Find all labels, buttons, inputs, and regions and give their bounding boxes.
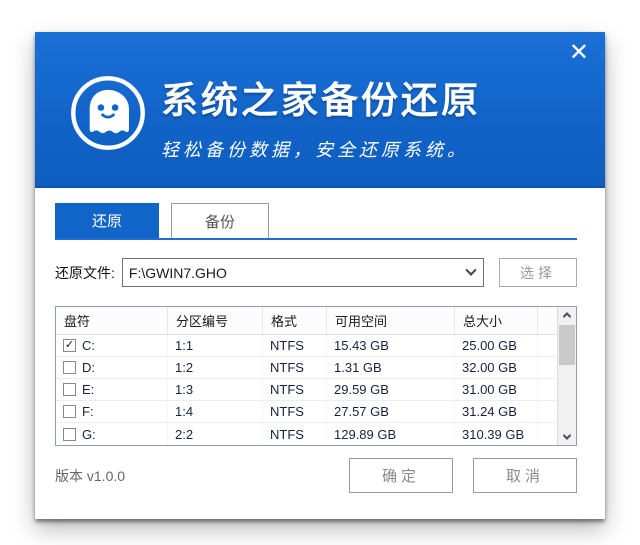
restore-file-value: F:\GWIN7.GHO <box>129 265 467 281</box>
drive-checkbox[interactable] <box>63 428 76 441</box>
restore-file-combobox[interactable]: F:\GWIN7.GHO <box>122 258 484 287</box>
filler-cell <box>538 423 557 445</box>
scroll-up-button[interactable] <box>558 307 576 323</box>
free-space-cell: 29.59 GB <box>327 379 455 400</box>
scrollbar-thumb[interactable] <box>559 325 575 365</box>
table-scrollbar[interactable] <box>557 307 576 445</box>
drive-table-main: 盘符 分区编号 格式 可用空间 总大小 ✓ C: 1:1 NTFS 15.43 … <box>56 307 557 445</box>
chevron-down-icon[interactable] <box>465 264 476 275</box>
drive-cell: E: <box>56 379 168 400</box>
filler-cell <box>538 357 557 378</box>
drive-label: C: <box>82 338 95 353</box>
scroll-up-icon <box>563 312 571 320</box>
footer-bar: 版本 v1.0.0 确定 取消 <box>55 458 577 493</box>
drive-cell: ✓ C: <box>56 335 168 356</box>
drive-cell: G: <box>56 423 168 445</box>
partition-cell: 1:1 <box>168 335 263 356</box>
total-size-cell: 32.00 GB <box>455 357 538 378</box>
table-row[interactable]: D: 1:2 NTFS 1.31 GB 32.00 GB <box>56 357 557 379</box>
format-cell: NTFS <box>263 401 327 422</box>
tab-bar: 还原 备份 <box>55 203 577 240</box>
drive-checkbox[interactable]: ✓ <box>63 339 76 352</box>
app-window: ✕ 系统之家备份还原 轻松备份数据，安全还原系统。 还原 备份 还原文件: F:… <box>35 32 605 519</box>
filler-cell <box>538 335 557 356</box>
col-header-free[interactable]: 可用空间 <box>327 307 455 334</box>
ghost-logo-icon <box>69 74 147 152</box>
drive-label: F: <box>82 404 94 419</box>
drive-checkbox[interactable] <box>63 361 76 374</box>
restore-file-label: 还原文件: <box>55 263 115 283</box>
tab-backup[interactable]: 备份 <box>171 203 269 238</box>
format-cell: NTFS <box>263 379 327 400</box>
tab-restore[interactable]: 还原 <box>55 203 159 238</box>
format-cell: NTFS <box>263 423 327 445</box>
drive-checkbox[interactable] <box>63 383 76 396</box>
partition-cell: 1:2 <box>168 357 263 378</box>
total-size-cell: 31.00 GB <box>455 379 538 400</box>
restore-file-row: 还原文件: F:\GWIN7.GHO 选择 <box>55 258 577 287</box>
drive-table-header: 盘符 分区编号 格式 可用空间 总大小 <box>56 307 557 335</box>
drive-cell: F: <box>56 401 168 422</box>
col-header-drive[interactable]: 盘符 <box>56 307 168 334</box>
total-size-cell: 31.24 GB <box>455 401 538 422</box>
table-row[interactable]: F: 1:4 NTFS 27.57 GB 31.24 GB <box>56 401 557 423</box>
format-cell: NTFS <box>263 335 327 356</box>
version-label: 版本 v1.0.0 <box>55 466 125 486</box>
scroll-down-button[interactable] <box>558 429 576 445</box>
content-area: 还原 备份 还原文件: F:\GWIN7.GHO 选择 盘符 分区编号 格式 可… <box>35 188 605 493</box>
select-file-button[interactable]: 选择 <box>499 258 577 287</box>
total-size-cell: 25.00 GB <box>455 335 538 356</box>
app-header: ✕ 系统之家备份还原 轻松备份数据，安全还原系统。 <box>35 32 605 188</box>
format-cell: NTFS <box>263 357 327 378</box>
free-space-cell: 1.31 GB <box>327 357 455 378</box>
partition-cell: 2:2 <box>168 423 263 445</box>
drive-cell: D: <box>56 357 168 378</box>
partition-cell: 1:4 <box>168 401 263 422</box>
ok-button[interactable]: 确定 <box>349 458 453 493</box>
table-row[interactable]: ✓ C: 1:1 NTFS 15.43 GB 25.00 GB <box>56 335 557 357</box>
table-row[interactable]: G: 2:2 NTFS 129.89 GB 310.39 GB <box>56 423 557 445</box>
col-header-partition[interactable]: 分区编号 <box>168 307 263 334</box>
table-row[interactable]: E: 1:3 NTFS 29.59 GB 31.00 GB <box>56 379 557 401</box>
total-size-cell: 310.39 GB <box>455 423 538 445</box>
filler-cell <box>538 379 557 400</box>
drive-label: E: <box>82 382 94 397</box>
close-icon[interactable]: ✕ <box>569 38 589 66</box>
scroll-down-icon <box>563 431 571 439</box>
cancel-button[interactable]: 取消 <box>473 458 577 493</box>
drive-label: G: <box>82 427 96 442</box>
free-space-cell: 27.57 GB <box>327 401 455 422</box>
free-space-cell: 15.43 GB <box>327 335 455 356</box>
partition-cell: 1:3 <box>168 379 263 400</box>
drive-checkbox[interactable] <box>63 405 76 418</box>
col-header-total[interactable]: 总大小 <box>455 307 538 334</box>
free-space-cell: 129.89 GB <box>327 423 455 445</box>
drive-table-body: ✓ C: 1:1 NTFS 15.43 GB 25.00 GB D: 1:2 N… <box>56 335 557 445</box>
app-title: 系统之家备份还原 <box>161 70 481 124</box>
drive-table: 盘符 分区编号 格式 可用空间 总大小 ✓ C: 1:1 NTFS 15.43 … <box>55 306 577 446</box>
col-header-filler <box>538 307 557 334</box>
filler-cell <box>538 401 557 422</box>
brand-block: 系统之家备份还原 轻松备份数据，安全还原系统。 <box>161 70 481 162</box>
app-subtitle: 轻松备份数据，安全还原系统。 <box>161 136 481 162</box>
col-header-format[interactable]: 格式 <box>263 307 327 334</box>
drive-label: D: <box>82 360 95 375</box>
